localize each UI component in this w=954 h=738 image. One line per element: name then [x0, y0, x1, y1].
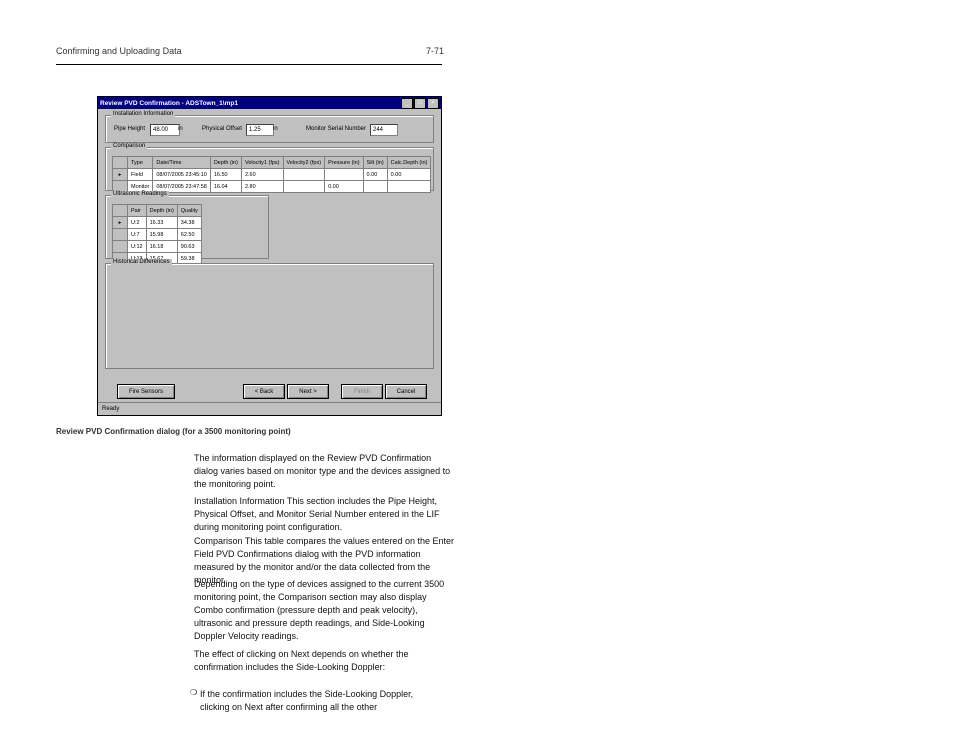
row-selector[interactable]: ▸ — [113, 169, 128, 181]
col-pair: Pair — [128, 205, 147, 217]
bullet-text: If the confirmation includes the Side-Lo… — [200, 688, 440, 714]
figure-caption: Review PVD Confirmation dialog (for a 35… — [56, 427, 291, 436]
group-ultrasonic: Ultrasonic Readings Pair Depth (in) Qual… — [105, 195, 269, 259]
row-selector[interactable] — [113, 241, 128, 253]
finish-button: Finish — [341, 384, 383, 399]
cell: U:2 — [128, 217, 147, 229]
table-row: Type Date/Time Depth (in) Velocity1 (fps… — [113, 157, 431, 169]
table-row: U:715.9862.50 — [113, 229, 202, 241]
ultrasonic-table: Pair Depth (in) Quality ▸U:216.3334.38 U… — [112, 204, 202, 265]
pipe-height-label: Pipe Height — [114, 126, 145, 132]
header-rule — [56, 64, 442, 65]
back-button[interactable]: < Back — [243, 384, 285, 399]
bullet-icon: ❍ — [190, 688, 197, 697]
page-header-right: 7-71 — [426, 46, 444, 56]
cell: 15.98 — [146, 229, 177, 241]
fire-sensors-button[interactable]: Fire Sensors — [117, 384, 175, 399]
close-icon[interactable]: × — [427, 98, 439, 109]
table-row: ▸ Field 08/07/2005 23:45:10 16.50 2.60 0… — [113, 169, 431, 181]
row-selector[interactable]: ▸ — [113, 217, 128, 229]
table-row: ▸U:216.3334.38 — [113, 217, 202, 229]
group-comparison: Comparison Type Date/Time Depth (in) Vel… — [105, 147, 434, 191]
col-type: Type — [128, 157, 153, 169]
titlebar[interactable]: Review PVD Confirmation - ADSTown_1\mp1 … — [98, 97, 441, 109]
ultrasonic-legend: Ultrasonic Readings — [111, 191, 169, 197]
window-client: Installation Information Pipe Height 48.… — [102, 111, 437, 401]
group-installation-info: Installation Information Pipe Height 48.… — [105, 115, 434, 143]
group-historical: Historical Differences — [105, 263, 434, 369]
row-selector-header — [113, 205, 128, 217]
maximize-icon[interactable]: □ — [414, 98, 426, 109]
cell: U:12 — [128, 241, 147, 253]
cell: 62.50 — [177, 229, 201, 241]
col-depth: Depth (in) — [146, 205, 177, 217]
cell: Field — [128, 169, 153, 181]
cancel-button[interactable]: Cancel — [385, 384, 427, 399]
col-quality: Quality — [177, 205, 201, 217]
cell — [283, 169, 325, 181]
cell: 16.33 — [146, 217, 177, 229]
col-v2: Velocity2 (fps) — [283, 157, 325, 169]
table-row: U:1216.1890.63 — [113, 241, 202, 253]
pipe-height-unit: in — [178, 126, 183, 132]
status-bar: Ready — [98, 402, 441, 415]
cell: 90.63 — [177, 241, 201, 253]
next-button[interactable]: Next > — [287, 384, 329, 399]
col-pressure: Pressure (in) — [325, 157, 363, 169]
cell: 0.00 — [363, 169, 387, 181]
col-datetime: Date/Time — [153, 157, 210, 169]
cell: 34.38 — [177, 217, 201, 229]
cell — [363, 181, 387, 193]
minimize-icon[interactable]: _ — [401, 98, 413, 109]
table-row: Pair Depth (in) Quality — [113, 205, 202, 217]
cell: 0.00 — [325, 181, 363, 193]
comparison-table: Type Date/Time Depth (in) Velocity1 (fps… — [112, 156, 431, 193]
col-calcdepth: Calc.Depth (in) — [387, 157, 431, 169]
cell: 08/07/2005 23:45:10 — [153, 169, 210, 181]
cell — [283, 181, 325, 193]
cell: 16.50 — [210, 169, 241, 181]
cell: U:7 — [128, 229, 147, 241]
cell — [325, 169, 363, 181]
cell: 2.60 — [241, 169, 283, 181]
col-v1: Velocity1 (fps) — [241, 157, 283, 169]
body-paragraph: Installation Information This section in… — [194, 495, 454, 534]
cell: 2.80 — [241, 181, 283, 193]
serial-field[interactable]: 244 — [370, 124, 398, 136]
serial-label: Monitor Serial Number — [306, 126, 366, 132]
window-title: Review PVD Confirmation - ADSTown_1\mp1 — [100, 100, 238, 107]
page-header-left: Confirming and Uploading Data — [56, 46, 182, 56]
row-selector-header — [113, 157, 128, 169]
cell: 16.04 — [210, 181, 241, 193]
install-legend: Installation Information — [111, 111, 175, 117]
physical-offset-field[interactable]: 1.25 — [246, 124, 274, 136]
col-depth: Depth (in) — [210, 157, 241, 169]
physical-offset-label: Physical Offset — [202, 126, 242, 132]
body-paragraph: The information displayed on the Review … — [194, 452, 454, 491]
physical-offset-unit: in — [273, 126, 278, 132]
review-pvd-window: Review PVD Confirmation - ADSTown_1\mp1 … — [97, 96, 442, 416]
comparison-legend: Comparison — [111, 143, 147, 149]
historical-legend: Historical Differences — [111, 259, 172, 265]
col-silt: Silt (in) — [363, 157, 387, 169]
cell — [387, 181, 431, 193]
cell: 0.00 — [387, 169, 431, 181]
pipe-height-field[interactable]: 48.00 — [150, 124, 180, 136]
body-paragraph: Depending on the type of devices assigne… — [194, 578, 454, 643]
body-paragraph: The effect of clicking on Next depends o… — [194, 648, 454, 674]
cell: 16.18 — [146, 241, 177, 253]
row-selector[interactable] — [113, 229, 128, 241]
